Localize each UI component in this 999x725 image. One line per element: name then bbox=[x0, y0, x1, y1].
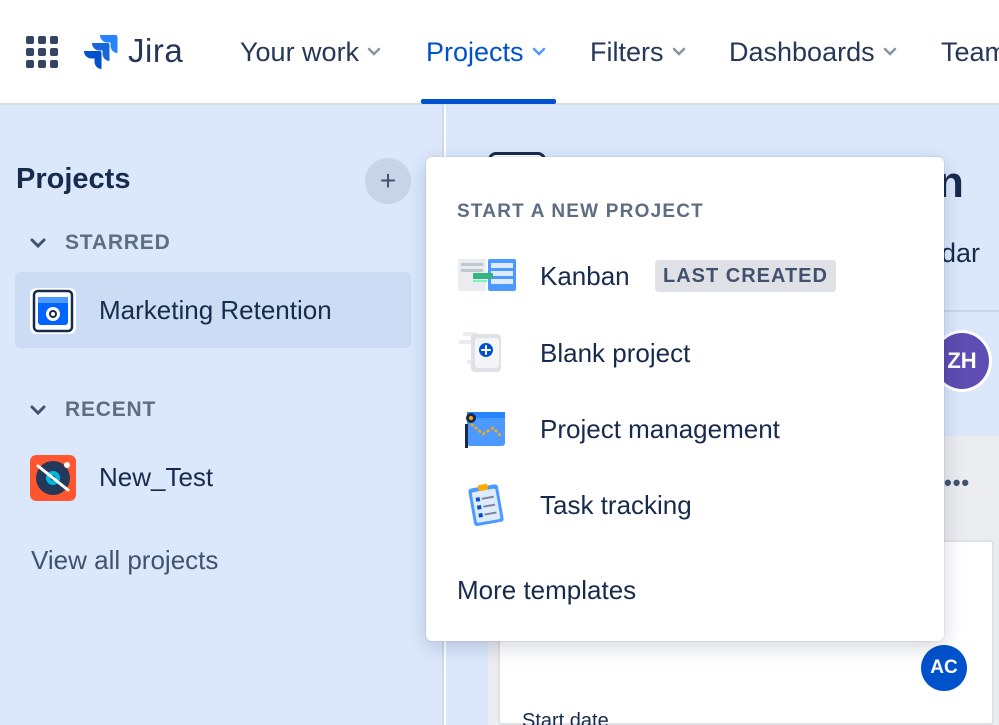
task-tracking-template-icon bbox=[457, 482, 517, 528]
starred-section-toggle[interactable]: STARRED bbox=[30, 228, 171, 258]
sidebar-item-label: New_Test bbox=[99, 461, 214, 492]
active-nav-indicator bbox=[421, 99, 556, 104]
start-date-label: Start date bbox=[522, 710, 609, 725]
jira-logo-icon bbox=[84, 35, 118, 69]
section-label: RECENT bbox=[65, 398, 157, 421]
sidebar: Projects + STARRED Marketing Retention R… bbox=[0, 105, 444, 725]
template-label: Kanban bbox=[540, 261, 630, 291]
top-navigation: Jira Your work Projects Filters Dashboar… bbox=[0, 0, 999, 105]
create-project-button[interactable]: + bbox=[365, 158, 411, 204]
sidebar-item-marketing-retention[interactable]: Marketing Retention bbox=[15, 272, 411, 348]
kanban-template-icon bbox=[457, 253, 517, 299]
sidebar-item-label: Marketing Retention bbox=[99, 294, 332, 325]
nav-label: Dashboards bbox=[729, 36, 875, 67]
sidebar-item-new-test[interactable]: New_Test bbox=[15, 439, 411, 515]
nav-label: Projects bbox=[426, 36, 524, 67]
chevron-down-icon bbox=[883, 47, 896, 56]
more-templates-link[interactable]: More templates bbox=[457, 575, 636, 606]
chevron-down-icon bbox=[532, 47, 545, 56]
chevron-down-icon bbox=[30, 405, 46, 415]
chevron-down-icon bbox=[367, 47, 381, 56]
template-blank-project[interactable]: Blank project bbox=[426, 318, 944, 388]
last-created-badge: LAST CREATED bbox=[655, 260, 836, 292]
nav-your-work[interactable]: Your work bbox=[240, 34, 381, 70]
section-label: STARRED bbox=[65, 231, 171, 254]
chevron-down-icon bbox=[672, 47, 685, 56]
template-task-tracking[interactable]: Task tracking bbox=[426, 470, 944, 540]
nav-label: Team bbox=[941, 36, 999, 67]
nav-teams[interactable]: Team bbox=[941, 34, 999, 70]
template-project-management[interactable]: Project management bbox=[426, 394, 944, 464]
blank-project-template-icon bbox=[457, 330, 517, 376]
jira-logo[interactable]: Jira bbox=[82, 30, 183, 72]
marketing-retention-project-icon bbox=[30, 288, 76, 334]
app-name: Jira bbox=[128, 32, 184, 69]
nav-label: Your work bbox=[240, 36, 360, 67]
assignee-avatar[interactable]: AC bbox=[921, 645, 967, 691]
tab-calendar[interactable]: dar bbox=[941, 238, 980, 269]
sidebar-title: Projects bbox=[16, 163, 131, 195]
app-switcher-icon[interactable] bbox=[25, 35, 59, 69]
dropdown-heading: START A NEW PROJECT bbox=[457, 201, 704, 222]
template-label: Task tracking bbox=[540, 490, 692, 520]
template-label: Blank project bbox=[540, 338, 691, 368]
template-label: Project management bbox=[540, 414, 780, 444]
nav-dashboards[interactable]: Dashboards bbox=[729, 34, 897, 70]
nav-label: Filters bbox=[590, 36, 664, 67]
projects-dropdown-menu: START A NEW PROJECT Kanban LAST CREATED bbox=[426, 157, 944, 641]
nav-projects[interactable]: Projects bbox=[426, 34, 546, 70]
more-actions-icon[interactable]: ••• bbox=[944, 470, 970, 496]
project-management-template-icon bbox=[457, 406, 517, 452]
view-all-projects-link[interactable]: View all projects bbox=[31, 545, 218, 576]
recent-section-toggle[interactable]: RECENT bbox=[30, 395, 156, 425]
nav-filters[interactable]: Filters bbox=[590, 34, 686, 70]
new-test-project-icon bbox=[30, 455, 76, 501]
chevron-down-icon bbox=[30, 238, 46, 248]
